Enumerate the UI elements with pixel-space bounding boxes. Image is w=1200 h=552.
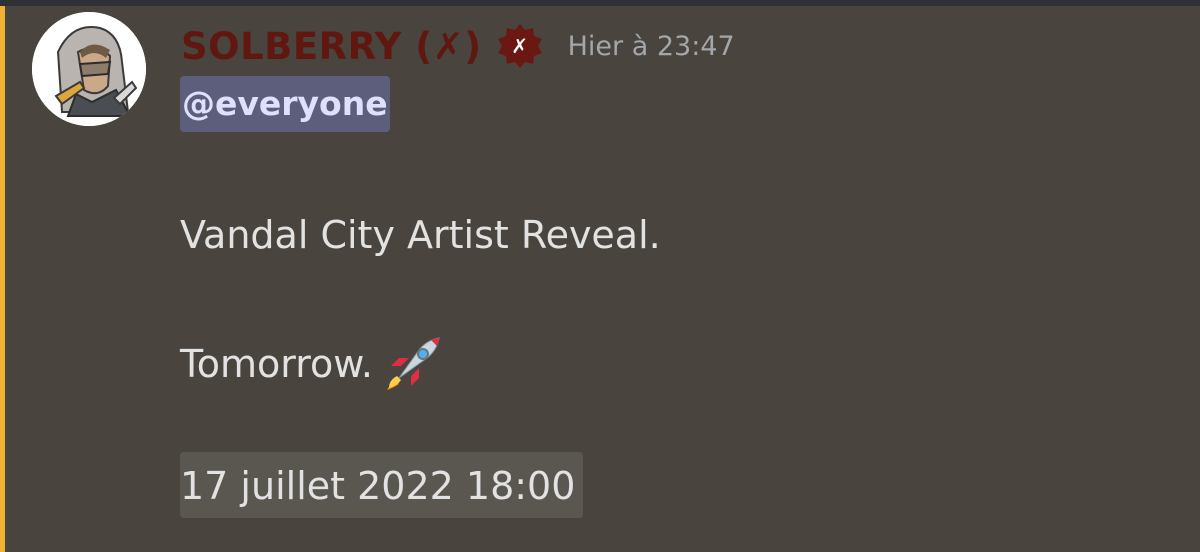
- message-line-1: Vandal City Artist Reveal.: [180, 213, 661, 257]
- message-timestamp[interactable]: Hier à 23:47: [568, 31, 735, 62]
- rocket-icon: [386, 337, 440, 390]
- message-line-2: Tomorrow.: [180, 336, 441, 392]
- everyone-mention[interactable]: @everyone: [180, 76, 390, 132]
- event-time-chip[interactable]: 17 juillet 2022 18:00: [180, 452, 584, 518]
- mention-highlight-bar: [0, 6, 5, 552]
- author-username[interactable]: SOLBERRY (✗): [181, 25, 482, 68]
- message-header: SOLBERRY (✗) ✗ Hier à 23:47: [181, 20, 735, 72]
- message-line-2-text: Tomorrow.: [180, 342, 373, 386]
- role-badge-glyph: ✗: [511, 34, 528, 58]
- role-badge-icon[interactable]: ✗: [496, 22, 544, 70]
- chat-message[interactable]: SOLBERRY (✗) ✗ Hier à 23:47 @everyone Va…: [0, 6, 1200, 552]
- message-content: @everyone Vandal City Artist Reveal. Tom…: [180, 76, 1140, 518]
- user-avatar-icon[interactable]: [32, 12, 146, 126]
